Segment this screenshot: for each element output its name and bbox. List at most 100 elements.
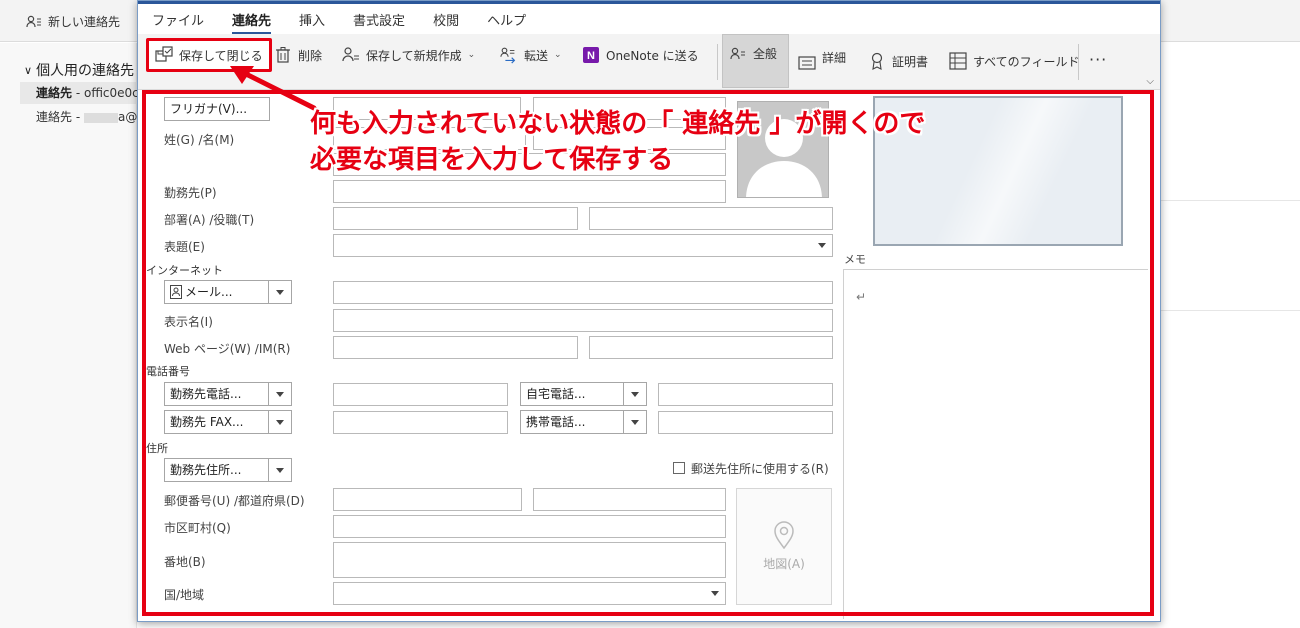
ribbon-expand-icon[interactable]: ⌵ xyxy=(1146,76,1154,87)
certificate-icon xyxy=(868,52,886,70)
folder-item-account: a@ xyxy=(117,110,137,124)
tab-contact[interactable]: 連絡先 xyxy=(232,6,272,35)
home-phone-dropdown[interactable]: 自宅電話... xyxy=(520,382,647,406)
annotation-line-2: 必要な項目を入力して保存する xyxy=(310,145,674,175)
map-label: 地図(A) xyxy=(763,557,805,571)
work-phone-field[interactable] xyxy=(333,383,508,406)
mobile-phone-field[interactable] xyxy=(658,411,833,434)
country-select[interactable] xyxy=(333,582,726,605)
dropdown-arrow-icon xyxy=(631,391,639,397)
map-button[interactable]: 地図(A) xyxy=(736,488,832,605)
location-pin-icon xyxy=(774,521,794,549)
person-list-icon xyxy=(729,45,747,63)
city-field[interactable] xyxy=(333,515,726,538)
dropdown-arrow-icon xyxy=(276,289,284,295)
postal-code-field[interactable] xyxy=(333,488,522,511)
mobile-phone-type-label: 携帯電話... xyxy=(521,411,624,433)
chevron-down-icon: ∨ xyxy=(24,63,33,77)
certificates-button[interactable]: 証明書 xyxy=(868,46,928,76)
more-options-button[interactable]: ··· xyxy=(1089,44,1107,74)
tab-review[interactable]: 校閲 xyxy=(433,6,459,33)
tab-help[interactable]: ヘルプ xyxy=(487,6,526,33)
all-fields-icon xyxy=(949,52,967,70)
name-label: 姓(G) /名(M) xyxy=(164,133,235,147)
contact-group-title: 個人用の連絡先 xyxy=(36,63,135,79)
folder-item-contacts-1[interactable]: 連絡先 - offic0e0c xyxy=(20,82,137,104)
menu-tabs: ファイル 連絡先 挿入 書式設定 校閲 ヘルプ xyxy=(138,4,1160,35)
country-label: 国/地域 xyxy=(164,588,205,602)
details-icon xyxy=(798,54,816,72)
work-phone-dropdown[interactable]: 勤務先電話... xyxy=(164,382,292,406)
save-new-label: 保存して新規作成 xyxy=(366,48,462,63)
all-fields-button[interactable]: すべてのフィールド xyxy=(949,46,1079,76)
dept-title-label: 部署(A) /役職(T) xyxy=(164,213,255,227)
new-contact-button[interactable]: 新しい連絡先 xyxy=(26,13,120,30)
forward-label: 転送 xyxy=(524,48,549,63)
email-field[interactable] xyxy=(333,281,833,304)
web-im-label: Web ページ(W) /IM(R) xyxy=(164,342,291,356)
svg-text:N: N xyxy=(587,50,595,62)
dropdown-arrow-icon xyxy=(711,591,719,596)
ribbon-separator xyxy=(1078,44,1079,80)
details-button[interactable]: 詳細 xyxy=(798,48,846,78)
onenote-button[interactable]: N OneNote に送る xyxy=(582,40,699,70)
work-fax-type-label: 勤務先 FAX... xyxy=(165,411,269,433)
work-phone-type-label: 勤務先電話... xyxy=(165,383,269,405)
chevron-down-icon: ⌄ xyxy=(467,50,476,60)
onenote-label: OneNote に送る xyxy=(606,48,699,63)
internet-section-label: インターネット xyxy=(146,264,223,277)
folder-item-label: 連絡先 xyxy=(36,86,73,100)
mailing-address-checkbox[interactable] xyxy=(673,462,685,474)
dropdown-arrow-icon xyxy=(276,419,284,425)
person-save-icon xyxy=(342,46,360,64)
work-fax-field[interactable] xyxy=(333,411,508,434)
email-type-label: メール... xyxy=(185,285,233,299)
dropdown-arrow-icon xyxy=(276,391,284,397)
company-field[interactable] xyxy=(333,180,726,203)
new-contact-label: 新しい連絡先 xyxy=(48,15,121,29)
tab-insert[interactable]: 挿入 xyxy=(299,6,325,33)
save-new-button[interactable]: 保存して新規作成 ⌄ xyxy=(342,40,475,70)
blurred-redaction xyxy=(83,112,118,123)
postal-prefecture-label: 郵便番号(U) /都道府県(D) xyxy=(164,494,305,508)
folder-item-contacts-2[interactable]: 連絡先 - a@ xyxy=(20,106,137,128)
forward-icon xyxy=(500,46,518,64)
email-type-dropdown[interactable]: メール... xyxy=(164,280,292,304)
department-field[interactable] xyxy=(333,207,578,230)
display-name-field[interactable] xyxy=(333,309,833,332)
memo-content: ↵ xyxy=(856,290,867,304)
save-close-icon xyxy=(155,46,173,64)
divider xyxy=(1161,310,1300,311)
folder-pane xyxy=(0,43,137,628)
memo-label: メモ xyxy=(844,253,866,266)
chevron-down-icon: ⌄ xyxy=(554,50,562,60)
phone-section-label: 電話番号 xyxy=(146,365,190,378)
address-type-dropdown[interactable]: 勤務先住所... xyxy=(164,458,292,482)
memo-field[interactable]: ↵ xyxy=(843,269,1148,619)
forward-button[interactable]: 転送 ⌄ xyxy=(500,40,562,70)
general-view-button[interactable]: 全般 xyxy=(722,34,789,88)
contact-group-header[interactable]: ∨ 個人用の連絡先 xyxy=(24,60,134,80)
street-field[interactable] xyxy=(333,542,726,578)
annotation-caption: 何も入力されていない状態の「 連絡先 」が開くので 必要な項目を入力して保存する xyxy=(310,106,925,178)
details-label: 詳細 xyxy=(822,50,847,65)
general-label: 全般 xyxy=(753,47,778,61)
street-label: 番地(B) xyxy=(164,555,206,569)
work-fax-dropdown[interactable]: 勤務先 FAX... xyxy=(164,410,292,434)
job-title-field[interactable] xyxy=(589,207,833,230)
web-page-field[interactable] xyxy=(333,336,578,359)
prefecture-field[interactable] xyxy=(533,488,726,511)
home-phone-field[interactable] xyxy=(658,383,833,406)
onenote-icon: N xyxy=(582,46,600,64)
folder-item-account: - offic0e0c xyxy=(72,86,137,100)
dropdown-arrow-icon xyxy=(818,243,826,248)
dropdown-arrow-icon xyxy=(631,419,639,425)
city-label: 市区町村(Q) xyxy=(164,521,231,535)
mobile-phone-dropdown[interactable]: 携帯電話... xyxy=(520,410,647,434)
annotation-line-1: 何も入力されていない状態の「 連絡先 」が開くので xyxy=(310,109,926,139)
im-address-field[interactable] xyxy=(589,336,833,359)
tab-format[interactable]: 書式設定 xyxy=(353,6,405,33)
tab-file[interactable]: ファイル xyxy=(152,6,204,33)
company-label: 勤務先(P) xyxy=(164,186,217,200)
file-as-select[interactable] xyxy=(333,234,833,257)
